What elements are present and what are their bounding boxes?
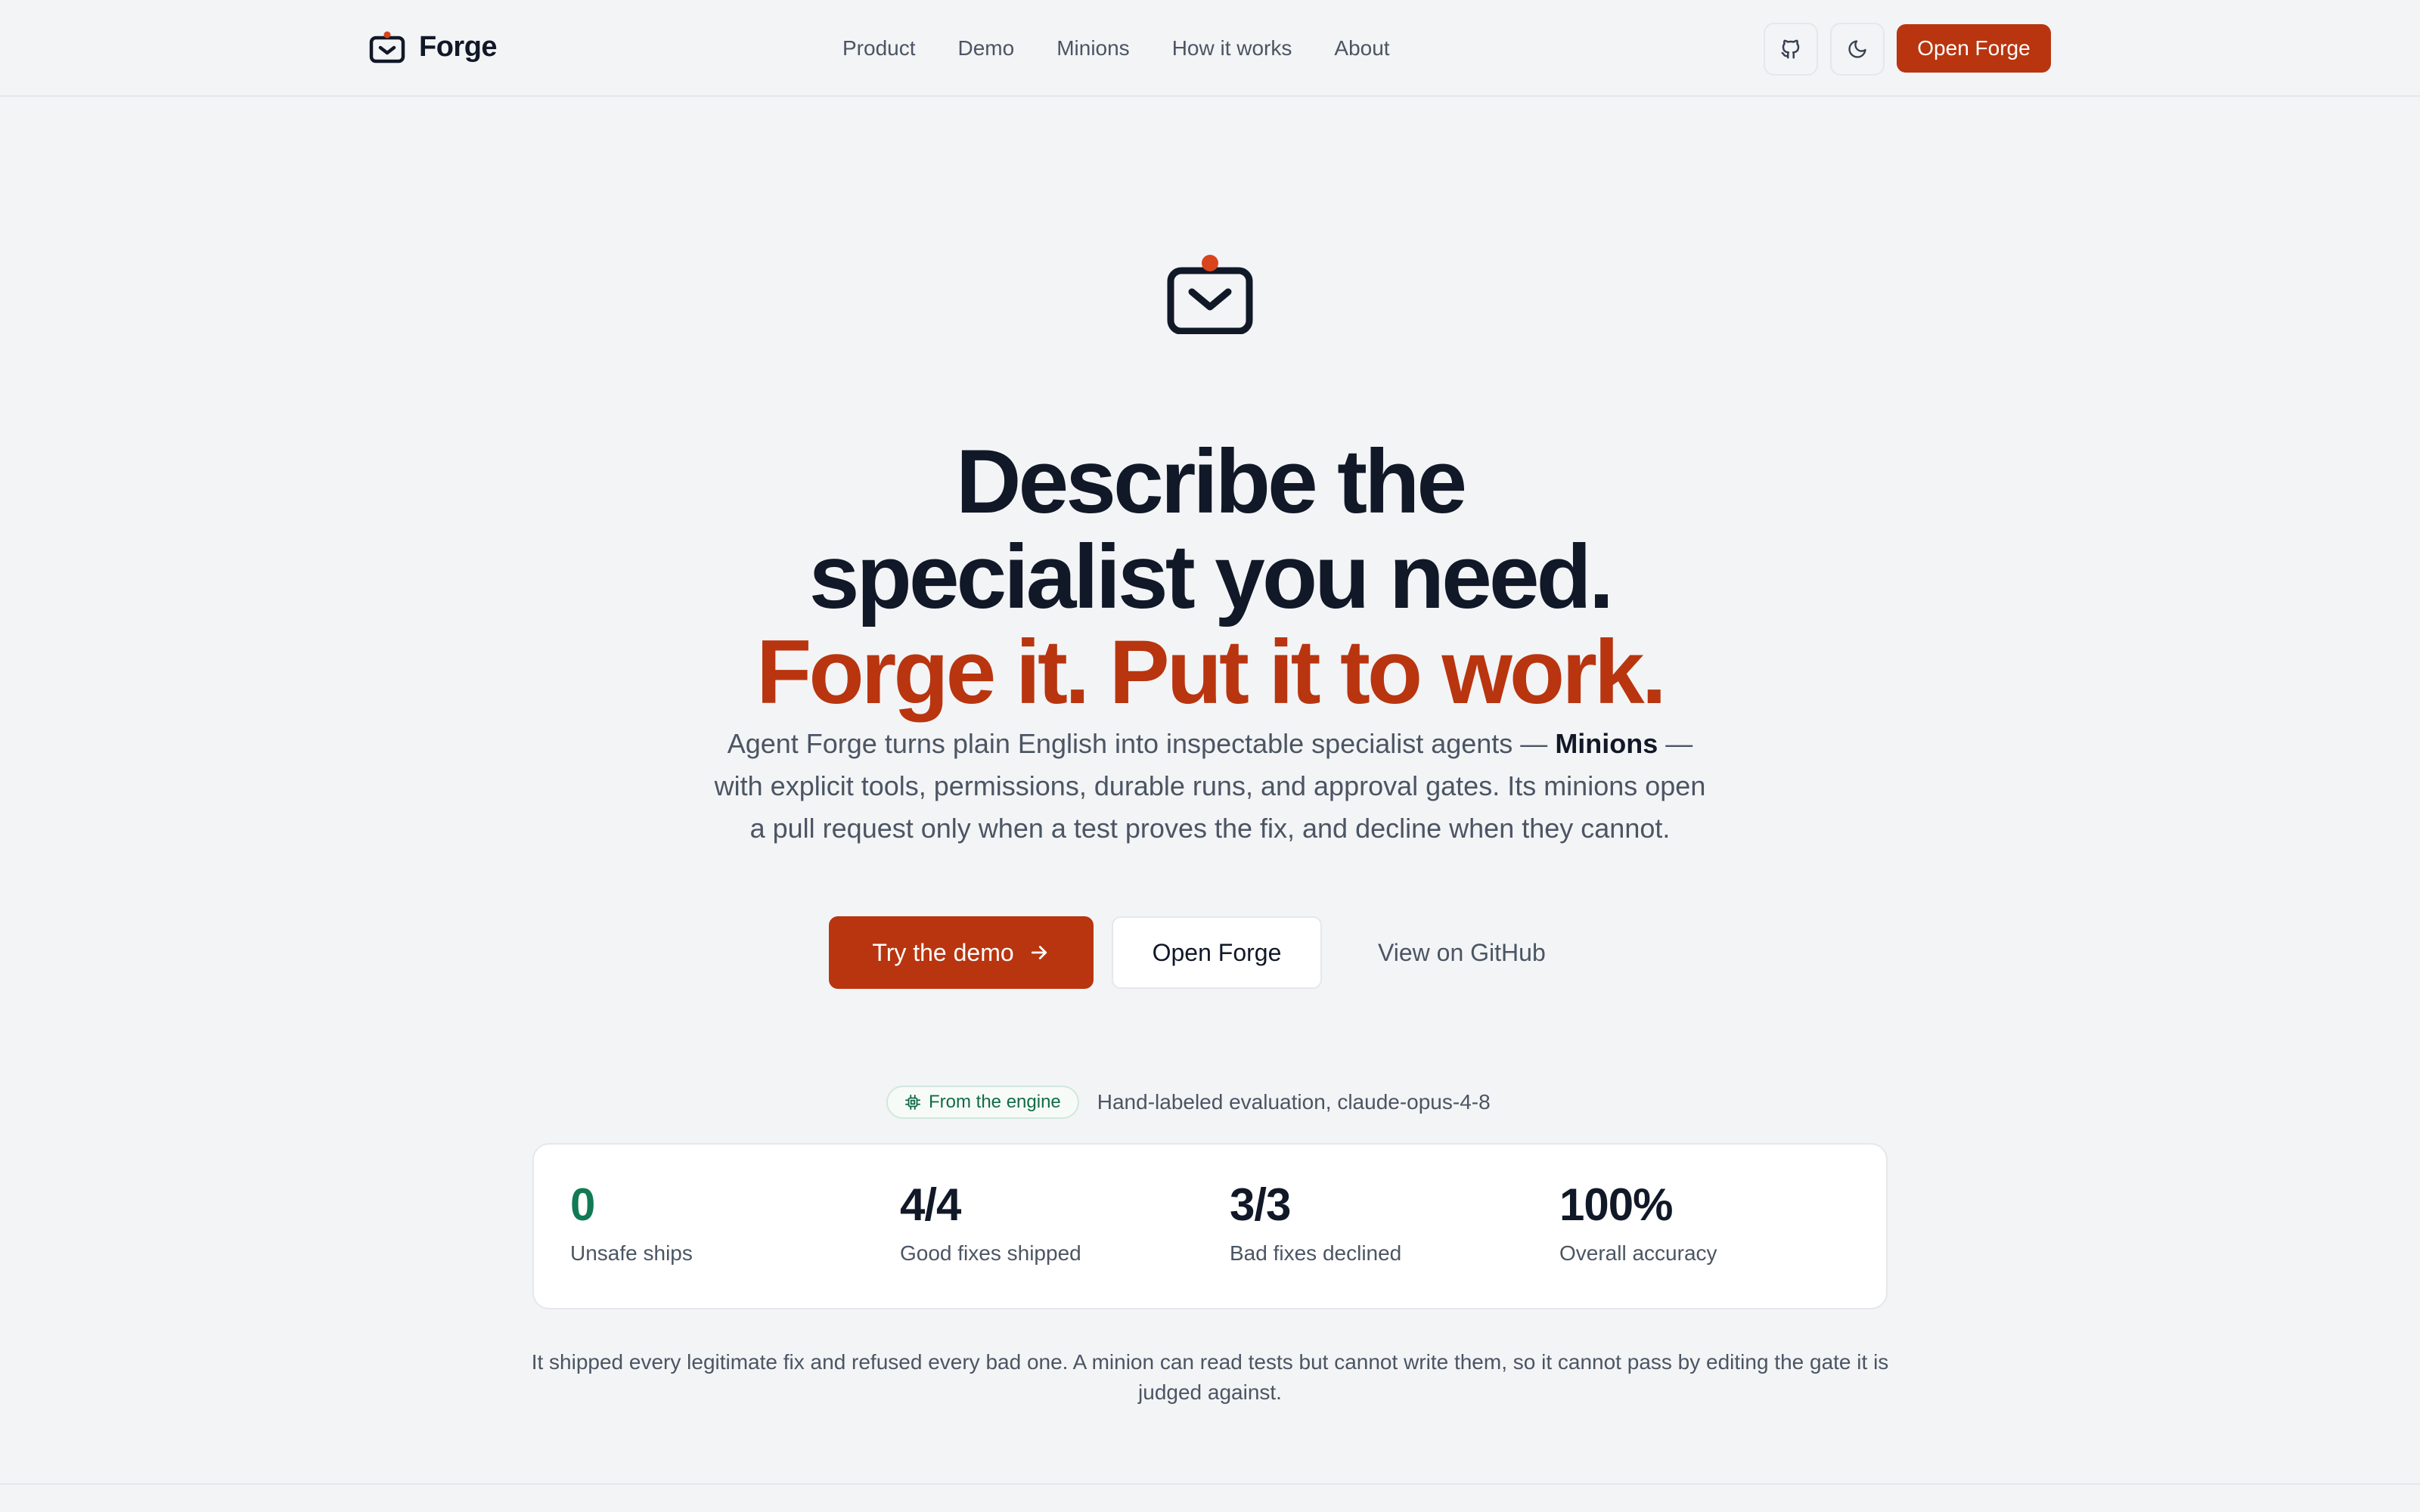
evaluation-footnote: It shipped every legitimate fix and refu… [531,1350,1889,1404]
try-demo-button[interactable]: Try the demo [829,916,1094,989]
headline-accent: Forge it. Put it to work. [756,621,1667,723]
nav-link-how-it-works[interactable]: How it works [1172,36,1292,60]
cpu-chip-icon [904,1094,921,1111]
open-forge-button[interactable]: Open Forge [1112,916,1322,989]
headline-line-2: specialist you need. [808,526,1614,628]
from-engine-badge: From the engine [886,1086,1079,1119]
hero-headline: Describe the specialist you need. Forge … [605,434,1815,720]
stat-label: Overall accuracy [1559,1241,1717,1265]
nav-link-minions[interactable]: Minions [1056,36,1129,60]
stat-value: 4/4 [900,1179,961,1230]
stat-good-fixes-shipped: 4/4 Good fixes shipped [900,1181,1081,1266]
view-on-github-link[interactable]: View on GitHub [1349,916,1575,989]
evaluation-stats-card: 0 Unsafe ships 4/4 Good fixes shipped 3/… [532,1143,1888,1309]
engine-badge-label: From the engine [929,1092,1061,1112]
open-forge-header-button[interactable]: Open Forge [1897,24,2051,73]
stat-label: Unsafe ships [570,1241,693,1265]
stat-label: Bad fixes declined [1230,1241,1402,1265]
engine-caption-row: From the engine Hand-labeled evaluation,… [886,1086,1491,1119]
description-lead: Agent Forge turns plain English into ins… [727,728,1556,759]
stat-unsafe-ships: 0 Unsafe ships [570,1181,693,1266]
hero-cta-group: Try the demo Open Forge View on GitHub [829,916,1575,989]
main-nav: Product Demo Minions How it works About [842,30,1390,67]
github-icon [1781,39,1800,59]
stat-value: 0 [570,1179,595,1230]
stat-overall-accuracy: 100% Overall accuracy [1559,1181,1717,1266]
moon-icon [1848,40,1866,58]
stat-value: 100% [1559,1179,1673,1230]
nav-link-product[interactable]: Product [842,36,916,60]
section-divider [0,1483,2420,1485]
forge-logo-icon [369,31,405,64]
stat-bad-fixes-declined: 3/3 Bad fixes declined [1230,1181,1401,1266]
hero-description: Agent Forge turns plain English into ins… [703,723,1717,850]
top-navigation-bar: Forge Product Demo Minions How it works … [0,0,2420,97]
brand-logo-link[interactable]: Forge [369,26,498,68]
theme-toggle-button[interactable] [1830,23,1885,76]
evaluation-note: Hand-labeled evaluation, claude-opus-4-8 [1097,1090,1491,1114]
try-demo-label: Try the demo [872,938,1014,966]
stat-label: Good fixes shipped [900,1241,1081,1265]
brand-name: Forge [419,30,498,63]
stat-value: 3/3 [1230,1179,1291,1230]
description-minions-term: Minions [1555,728,1658,759]
nav-link-about[interactable]: About [1334,36,1389,60]
arrow-right-icon [1031,946,1047,959]
nav-link-demo[interactable]: Demo [958,36,1015,60]
headline-line-1: Describe the [955,431,1467,533]
github-button[interactable] [1764,23,1818,76]
hero-forge-icon [1165,253,1255,338]
